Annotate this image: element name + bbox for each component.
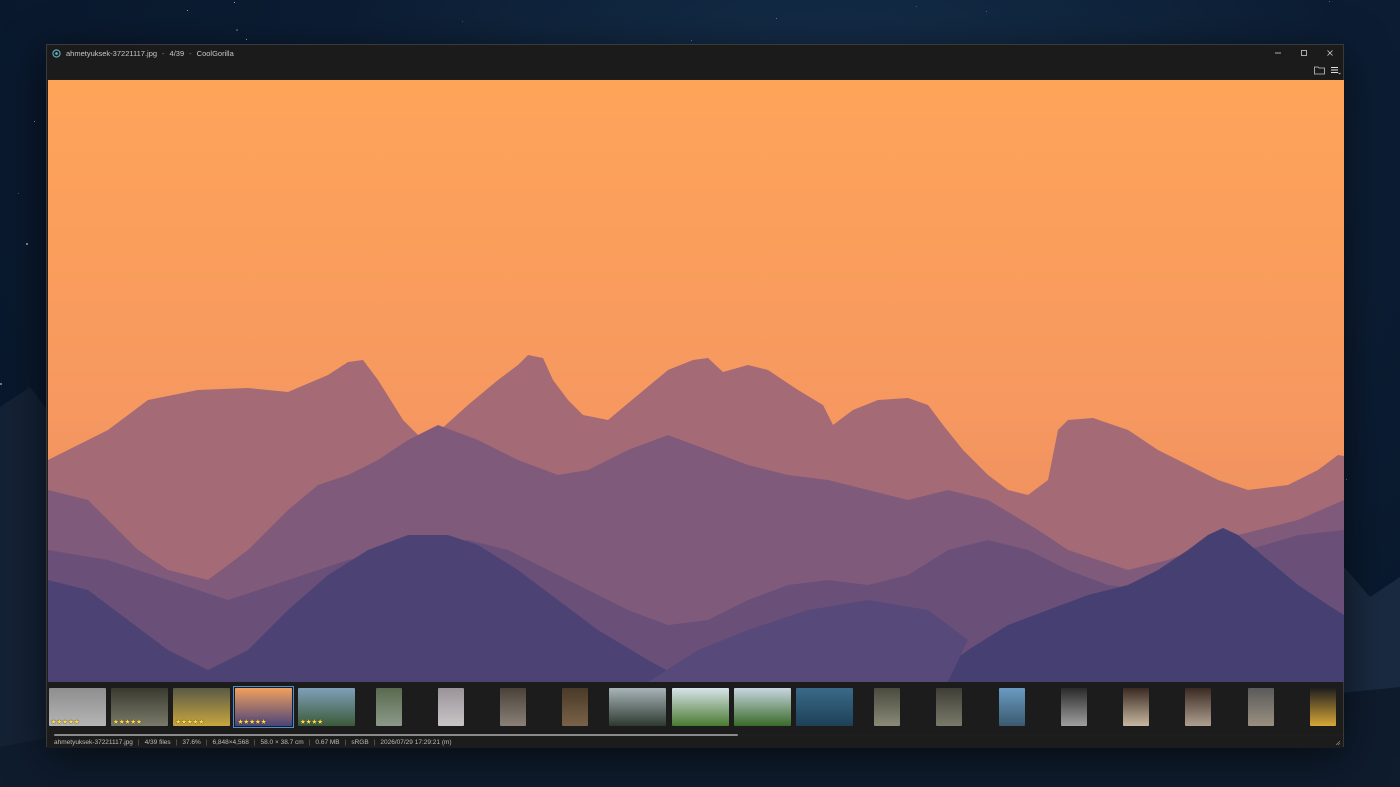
open-folder-button[interactable] bbox=[1312, 63, 1326, 77]
title-filename: ahmetyuksek-37221117.jpg bbox=[66, 48, 158, 58]
status-separator: | bbox=[175, 738, 178, 746]
window-controls bbox=[1265, 45, 1343, 61]
app-logo-icon bbox=[51, 48, 61, 58]
thumbnail-image bbox=[873, 688, 900, 726]
thumbnail-image bbox=[671, 688, 729, 726]
filmstrip-thumbnail[interactable] bbox=[998, 688, 1025, 726]
status-separator: | bbox=[308, 738, 311, 746]
thumbnail-image bbox=[998, 688, 1025, 726]
wallpaper-star bbox=[462, 21, 463, 22]
filmstrip-thumbnail[interactable] bbox=[873, 688, 900, 726]
filmstrip-thumbnail[interactable] bbox=[375, 688, 402, 726]
thumbnail-rating: ★★★★★ bbox=[112, 719, 142, 726]
main-menu-button[interactable] bbox=[1328, 63, 1342, 77]
maximize-icon bbox=[1301, 50, 1307, 56]
status-print-size: 58.0 × 38.7 cm bbox=[260, 738, 304, 746]
status-datetime: 2026/07/29 17:29:21 (m) bbox=[380, 738, 452, 746]
status-dimensions: 6,848×4,568 bbox=[212, 738, 249, 746]
thumbnail-rating: ★★★★ bbox=[299, 719, 324, 726]
status-separator: | bbox=[373, 738, 376, 746]
thumbnail-image bbox=[562, 688, 589, 726]
filmstrip-thumbnail[interactable] bbox=[1060, 688, 1087, 726]
thumbnail-image bbox=[936, 688, 963, 726]
thumbnail-image bbox=[500, 688, 527, 726]
filmstrip-thumbnail[interactable]: ★★★★★ bbox=[233, 686, 295, 728]
window-title: ahmetyuksek-37221117.jpg -4/39- CoolGorill… bbox=[66, 49, 234, 58]
maximize-button[interactable] bbox=[1291, 45, 1317, 61]
status-file-size: 0.67 MB bbox=[315, 738, 340, 746]
filmstrip-thumbnail[interactable] bbox=[437, 688, 464, 726]
title-position: 4/39 bbox=[169, 48, 185, 58]
status-separator: | bbox=[344, 738, 347, 746]
wallpaper-star bbox=[34, 121, 35, 122]
folder-icon bbox=[1313, 66, 1325, 75]
wallpaper-star bbox=[236, 29, 238, 31]
status-separator: | bbox=[253, 738, 256, 746]
filmstrip-thumbnail[interactable] bbox=[733, 688, 791, 726]
thumbnail-image bbox=[375, 688, 402, 726]
thumbnail-image bbox=[1185, 688, 1212, 726]
thumbnail-image bbox=[796, 688, 854, 726]
displayed-photo bbox=[48, 80, 1344, 682]
close-icon bbox=[1327, 50, 1333, 56]
viewer-window: ahmetyuksek-37221117.jpg -4/39- CoolGorill… bbox=[46, 44, 1344, 748]
wallpaper-star bbox=[187, 10, 188, 11]
filmstrip-thumbnail[interactable] bbox=[1123, 688, 1150, 726]
wallpaper-star bbox=[246, 39, 247, 40]
filmstrip-thumbnail[interactable] bbox=[796, 688, 854, 726]
image-viewer-canvas[interactable] bbox=[48, 80, 1344, 682]
toolbar bbox=[47, 61, 1343, 79]
thumbnail-image bbox=[609, 688, 667, 726]
status-filename: ahmetyuksek-37221117.jpg bbox=[54, 738, 133, 746]
filmstrip-thumbnail[interactable] bbox=[1310, 688, 1336, 726]
wallpaper-star bbox=[26, 243, 28, 245]
filmstrip-thumbnail[interactable] bbox=[936, 688, 963, 726]
minimize-icon bbox=[1275, 52, 1281, 54]
filmstrip-thumbnail[interactable]: ★★★★★ bbox=[110, 688, 168, 726]
wallpaper-star bbox=[776, 18, 777, 19]
filmstrip-thumbnail[interactable]: ★★★★ bbox=[297, 688, 355, 726]
status-color-profile: sRGB bbox=[351, 738, 369, 746]
filmstrip: ★★★★★ ★★★★★ ★★★★★ ★★★★★ ★★★★ bbox=[47, 682, 1343, 734]
wallpaper-star bbox=[1329, 1, 1330, 2]
filmstrip-thumbnail[interactable] bbox=[562, 688, 589, 726]
hamburger-menu-icon bbox=[1330, 67, 1341, 75]
thumbnail-image bbox=[1247, 688, 1274, 726]
status-bar: ahmetyuksek-37221117.jpg | 4/39 files | … bbox=[47, 736, 1343, 748]
filmstrip-thumbnail[interactable]: ★★★★★ bbox=[48, 688, 106, 726]
thumbnail-rating: ★★★★★ bbox=[237, 719, 267, 726]
thumbnail-rating: ★★★★★ bbox=[50, 719, 80, 726]
status-separator: | bbox=[205, 738, 208, 746]
status-zoom: 37.6% bbox=[182, 738, 201, 746]
wallpaper-star bbox=[234, 2, 235, 3]
filmstrip-thumbnail[interactable] bbox=[1247, 688, 1274, 726]
thumbnail-image bbox=[1123, 688, 1150, 726]
status-separator: | bbox=[137, 738, 140, 746]
resize-grip-icon[interactable] bbox=[1335, 740, 1341, 746]
filmstrip-thumbnail[interactable] bbox=[609, 688, 667, 726]
filmstrip-thumbnail[interactable]: ★★★★★ bbox=[173, 688, 231, 726]
minimize-button[interactable] bbox=[1265, 45, 1291, 61]
title-separator: - bbox=[162, 48, 165, 58]
filmstrip-thumbnail[interactable] bbox=[500, 688, 527, 726]
title-app-name: CoolGorilla bbox=[196, 48, 234, 58]
thumbnail-image bbox=[1310, 688, 1336, 726]
thumbnail-image bbox=[437, 688, 464, 726]
wallpaper-star bbox=[916, 6, 917, 7]
thumbnail-image bbox=[1060, 688, 1087, 726]
wallpaper-star bbox=[691, 40, 692, 41]
title-bar[interactable]: ahmetyuksek-37221117.jpg -4/39- CoolGorill… bbox=[47, 45, 1343, 61]
title-separator: - bbox=[189, 48, 192, 58]
wallpaper-star bbox=[986, 11, 987, 12]
thumbnail-rating: ★★★★★ bbox=[175, 719, 204, 726]
thumbnail-image bbox=[733, 688, 791, 726]
close-button[interactable] bbox=[1317, 45, 1343, 61]
filmstrip-thumbnail[interactable] bbox=[671, 688, 729, 726]
wallpaper-star bbox=[18, 193, 19, 194]
filmstrip-thumbnail[interactable] bbox=[1185, 688, 1212, 726]
status-file-count: 4/39 files bbox=[144, 738, 171, 746]
